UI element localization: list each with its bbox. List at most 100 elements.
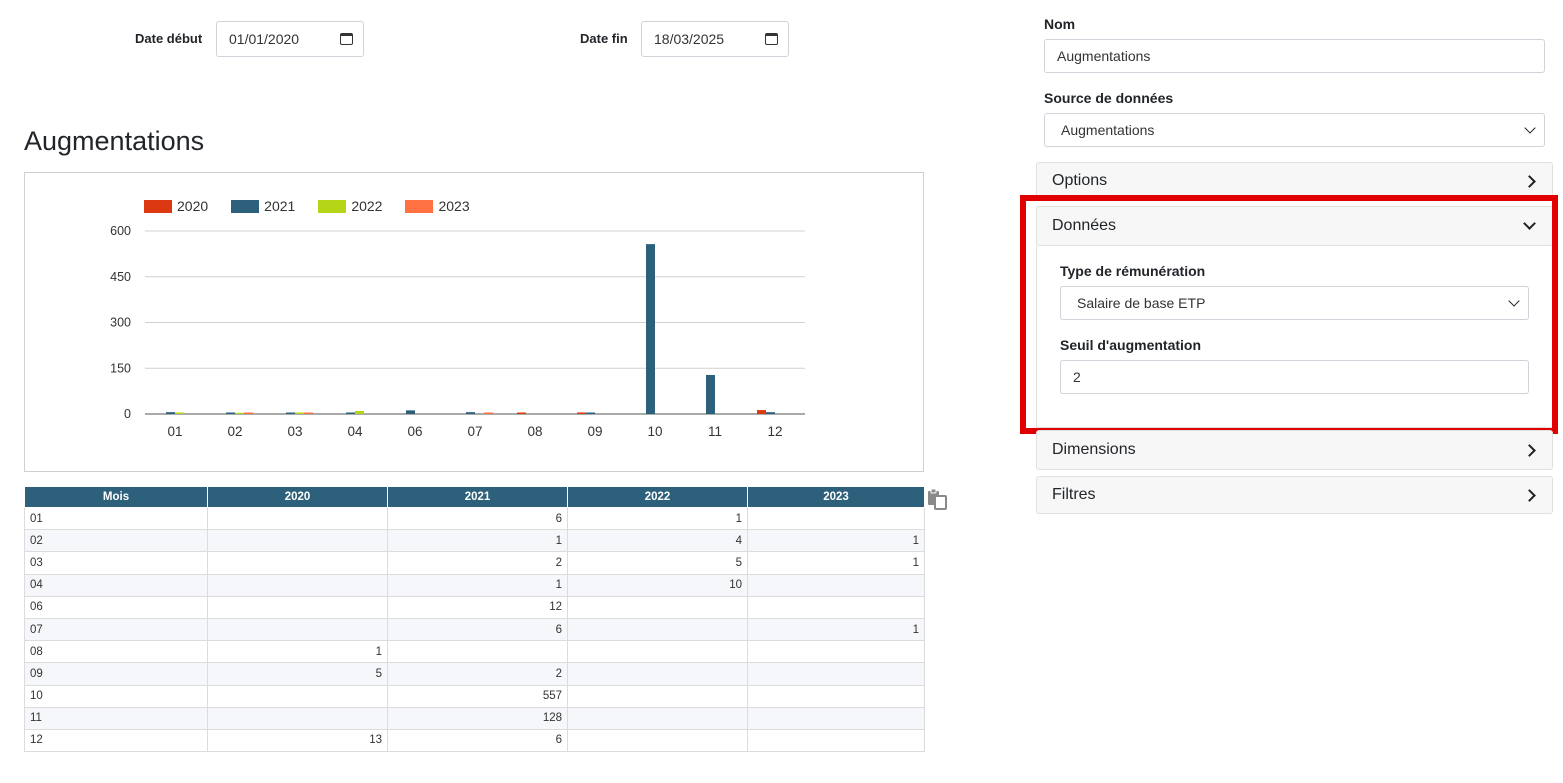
bar-2022-04[interactable] (355, 410, 364, 414)
table-cell (207, 706, 388, 730)
source-select[interactable]: Augmentations (1044, 113, 1545, 147)
table-cell: 01 (24, 506, 208, 531)
y-tick-label: 150 (110, 361, 131, 375)
table-cell: 5 (207, 662, 388, 686)
start-date-input[interactable]: 01/01/2020 (216, 21, 364, 57)
data-table: Mois 2020 2021 2022 2023 01 6 1 02 1 4 1 03 2 5 1 04 1 10… (24, 486, 925, 753)
table-cell: 1 (747, 551, 925, 575)
bar-2021-04[interactable] (346, 412, 355, 415)
highlight-box (1020, 195, 1558, 434)
table-cell (567, 728, 748, 753)
table-cell: 06 (24, 595, 208, 619)
column-header[interactable]: 2023 (747, 486, 925, 508)
x-tick-label: 03 (287, 424, 302, 439)
end-date-value: 18/03/2025 (654, 31, 725, 47)
table-cell (747, 662, 925, 686)
accordion-options-label: Options (1052, 172, 1108, 189)
table-cell: 6 (387, 728, 568, 753)
end-date-input[interactable]: 18/03/2025 (641, 21, 789, 57)
table-cell: 12 (24, 728, 208, 753)
bar-2020-08[interactable] (517, 412, 526, 415)
chevron-right-icon (1523, 174, 1536, 188)
table-cell: 09 (24, 662, 208, 686)
start-date-value: 01/01/2020 (229, 31, 300, 47)
bar-2021-09[interactable] (586, 412, 595, 415)
y-tick-label: 300 (110, 316, 131, 330)
name-value: Augmentations (1057, 48, 1151, 64)
bar-2021-02[interactable] (226, 412, 235, 415)
table-row: 11 128 (24, 706, 925, 730)
x-tick-label: 08 (527, 424, 542, 439)
table-header-row: Mois 2020 2021 2022 2023 (24, 486, 925, 508)
bar-2023-03[interactable] (304, 412, 313, 415)
table-cell (207, 551, 388, 575)
table-cell: 04 (24, 573, 208, 597)
bar-2023-07[interactable] (484, 412, 493, 415)
accordion-dimensions[interactable]: Dimensions (1036, 430, 1553, 470)
table-row: 08 1 (24, 640, 925, 664)
table-row: 02 1 4 1 (24, 529, 925, 553)
table-cell: 11 (24, 706, 208, 730)
column-header[interactable]: 2020 (207, 486, 388, 508)
table-cell (567, 595, 748, 619)
table-row: 12 13 6 (24, 728, 925, 753)
copy-icon[interactable] (926, 488, 948, 510)
table-cell: 13 (207, 728, 388, 753)
table-cell (207, 684, 388, 708)
table-cell (207, 506, 388, 531)
bar-2020-09[interactable] (577, 412, 586, 414)
table-row: 04 1 10 (24, 573, 925, 597)
table-cell: 10 (567, 573, 748, 597)
bar-2021-06[interactable] (406, 410, 415, 414)
bar-2022-02[interactable] (235, 412, 244, 414)
x-tick-label: 10 (647, 424, 662, 439)
bar-chart: 600 450 300 150 0 01 02 03 04 06 07 08 09 10 11 12 (110, 224, 805, 439)
name-label: Nom (1044, 16, 1076, 32)
table-cell: 557 (387, 684, 568, 708)
bar-2021-07[interactable] (466, 412, 475, 414)
table-cell: 08 (24, 640, 208, 664)
column-header[interactable]: Mois (24, 486, 208, 508)
column-header[interactable]: 2021 (387, 486, 568, 508)
table-cell: 6 (387, 617, 568, 642)
table-cell: 12 (387, 595, 568, 619)
bar-2022-03[interactable] (295, 412, 304, 414)
table-cell: 1 (207, 640, 388, 664)
end-date-label: Date fin (580, 31, 628, 46)
table-cell (207, 617, 388, 642)
bar-2023-02[interactable] (244, 412, 253, 415)
table-cell: 1 (387, 573, 568, 597)
bar-2021-12[interactable] (766, 412, 775, 414)
bar-2021-11[interactable] (706, 374, 715, 414)
table-cell: 128 (387, 706, 568, 730)
accordion-filtres-label: Filtres (1052, 486, 1096, 503)
table-cell (567, 640, 748, 664)
x-tick-label: 11 (708, 424, 722, 439)
calendar-icon[interactable] (765, 33, 778, 45)
x-tick-label: 12 (767, 424, 782, 439)
x-tick-label: 02 (227, 424, 242, 439)
calendar-icon[interactable] (340, 33, 353, 45)
source-value: Augmentations (1061, 122, 1155, 138)
bar-2022-01[interactable] (175, 412, 184, 415)
table-cell: 10 (24, 684, 208, 708)
page-title: Augmentations (24, 126, 205, 156)
bar-2021-03[interactable] (286, 412, 295, 415)
bar-2020-12[interactable] (757, 410, 766, 414)
table-cell: 03 (24, 551, 208, 575)
chevron-right-icon (1523, 488, 1536, 502)
x-tick-label: 07 (467, 424, 482, 439)
table-cell: 1 (387, 529, 568, 553)
start-date-label: Date début (135, 31, 203, 46)
y-tick-label: 450 (110, 270, 131, 284)
table-cell (747, 706, 925, 730)
table-cell (747, 728, 925, 753)
table-cell (747, 684, 925, 708)
chevron-down-icon (1524, 122, 1536, 134)
name-input[interactable]: Augmentations (1044, 39, 1545, 73)
bar-2021-10[interactable] (646, 244, 655, 414)
table-cell (747, 640, 925, 664)
column-header[interactable]: 2022 (567, 486, 748, 508)
accordion-filtres[interactable]: Filtres (1036, 476, 1553, 514)
bar-2021-01[interactable] (166, 412, 175, 414)
